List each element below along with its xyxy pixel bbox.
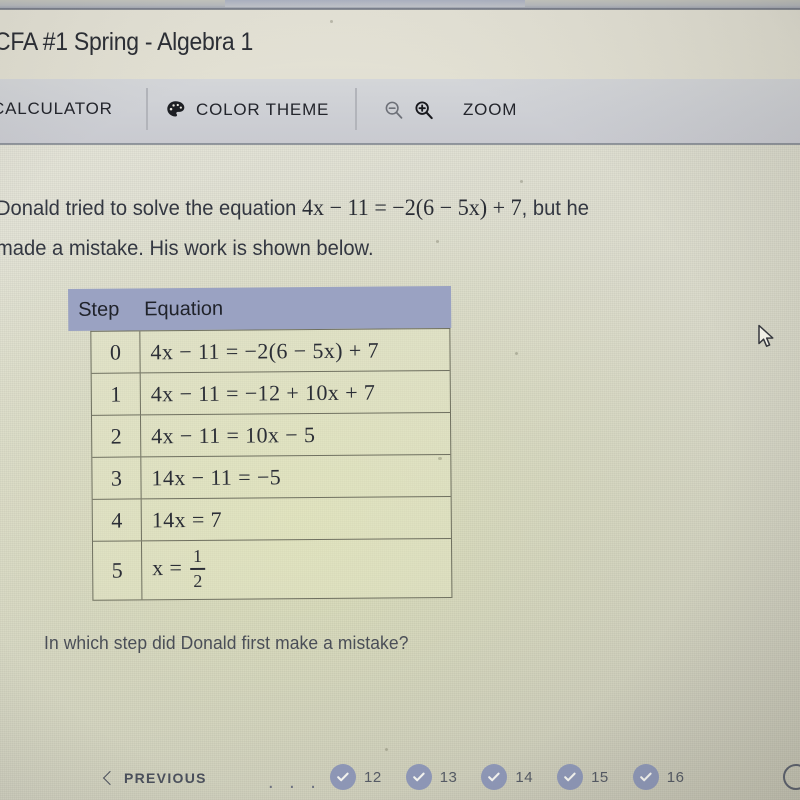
photo-speck	[436, 240, 439, 243]
ellipsis-more[interactable]: . . .	[268, 772, 321, 792]
toolbar-separator-1	[146, 88, 148, 130]
zoom-label: ZOOM	[463, 100, 518, 119]
toolbar-divider	[0, 143, 800, 145]
question-intro-part1: Donald tried to solve the equation	[0, 197, 297, 220]
color-theme-label: COLOR THEME	[196, 99, 330, 119]
cell-equation: 4x − 11 = −2(6 − 5x) + 7	[150, 337, 380, 364]
photo-speck	[330, 20, 333, 23]
magnifier-minus-icon[interactable]	[383, 99, 405, 121]
photo-speck	[385, 748, 388, 751]
question-nav-item[interactable]: 15	[557, 764, 609, 790]
check-badge-icon	[481, 764, 508, 790]
mouse-cursor	[757, 324, 777, 355]
question-number: 16	[666, 768, 685, 786]
table-row: 1 4x − 11 = −12 + 10x + 7	[91, 371, 450, 416]
cell-step: 4	[92, 499, 142, 541]
cell-step: 3	[92, 457, 142, 499]
fraction: 1 2	[190, 546, 206, 591]
steps-table-header: Step Equation	[68, 285, 452, 331]
question-nav-item[interactable]: 16	[632, 764, 685, 790]
question-nav-item[interactable]: 14	[481, 764, 533, 790]
question-intro-part2: , but he	[521, 197, 589, 220]
question-number: 13	[439, 768, 458, 786]
photo-speck	[520, 180, 523, 183]
check-badge-icon	[405, 764, 432, 790]
current-question-indicator[interactable]	[783, 764, 800, 790]
check-badge-icon	[330, 764, 356, 790]
question-number-list: 12 13 14 15 16	[330, 764, 684, 790]
table-row: 4 14x = 7	[92, 497, 451, 542]
previous-label: PREVIOUS	[124, 770, 207, 786]
cell-step: 1	[91, 373, 141, 415]
top-divider	[0, 8, 800, 10]
question-intro-line2: made a mistake. His work is shown below.	[0, 237, 374, 260]
cell-equation: 4x − 11 = 10x − 5	[151, 421, 316, 448]
photo-speck	[438, 457, 442, 460]
fraction-denominator: 2	[193, 570, 203, 591]
cell-step: 5	[92, 541, 143, 600]
fraction-lhs: x =	[152, 555, 183, 581]
calculator-label: CALCULATOR	[0, 99, 113, 118]
table-row: 0 4x − 11 = −2(6 − 5x) + 7	[91, 329, 450, 374]
previous-button[interactable]: PREVIOUS	[102, 770, 207, 786]
table-row: 3 14x − 11 = −5	[92, 455, 451, 500]
chevron-left-icon	[102, 770, 118, 786]
fraction-bar	[190, 568, 206, 570]
fraction-numerator: 1	[193, 546, 203, 567]
steps-table: Step Equation 0 4x − 11 = −2(6 − 5x) + 7…	[68, 285, 453, 601]
cell-step: 0	[91, 331, 141, 373]
photo-speck	[515, 352, 518, 355]
cell-equation: 14x = 7	[151, 506, 223, 532]
cell-equation: 4x − 11 = −12 + 10x + 7	[150, 379, 376, 406]
check-badge-icon	[557, 764, 584, 790]
zoom-controls: ZOOM	[383, 99, 517, 121]
color-theme-button[interactable]: COLOR THEME	[165, 99, 329, 120]
toolbar-separator-2	[355, 88, 357, 130]
table-row: 5 x = 1 2	[92, 538, 452, 601]
calculator-button[interactable]: CALCULATOR	[0, 99, 113, 119]
cell-equation-fraction: x = 1 2	[142, 546, 208, 592]
question-prompt: In which step did Donald first make a mi…	[44, 633, 409, 653]
question-nav-item[interactable]: 12	[330, 764, 382, 790]
question-number: 15	[591, 768, 609, 786]
question-stem: Donald tried to solve the equation 4x − …	[0, 188, 754, 269]
question-equation: 4x − 11 = −2(6 − 5x) + 7	[301, 195, 522, 220]
question-number: 12	[364, 768, 382, 786]
screen-photo: CFA #1 Spring - Algebra 1 CALCULATOR COL…	[0, 0, 800, 800]
palette-icon	[165, 99, 186, 120]
steps-table-body: 0 4x − 11 = −2(6 − 5x) + 7 1 4x − 11 = −…	[90, 327, 453, 601]
footer-navigation: PREVIOUS . . . 12 13 14 15 16	[0, 756, 800, 800]
page-title: CFA #1 Spring - Algebra 1	[0, 28, 254, 56]
top-strip-highlight	[225, 0, 525, 7]
table-row: 2 4x − 11 = 10x − 5	[91, 413, 451, 458]
magnifier-plus-icon[interactable]	[413, 99, 435, 121]
cell-step: 2	[91, 415, 142, 457]
question-nav-item[interactable]: 13	[405, 764, 458, 790]
column-header-step: Step	[78, 298, 120, 321]
cell-equation: 14x − 11 = −5	[151, 463, 282, 490]
column-header-equation: Equation	[144, 297, 224, 320]
check-badge-icon	[632, 764, 659, 790]
question-number: 14	[515, 768, 534, 786]
